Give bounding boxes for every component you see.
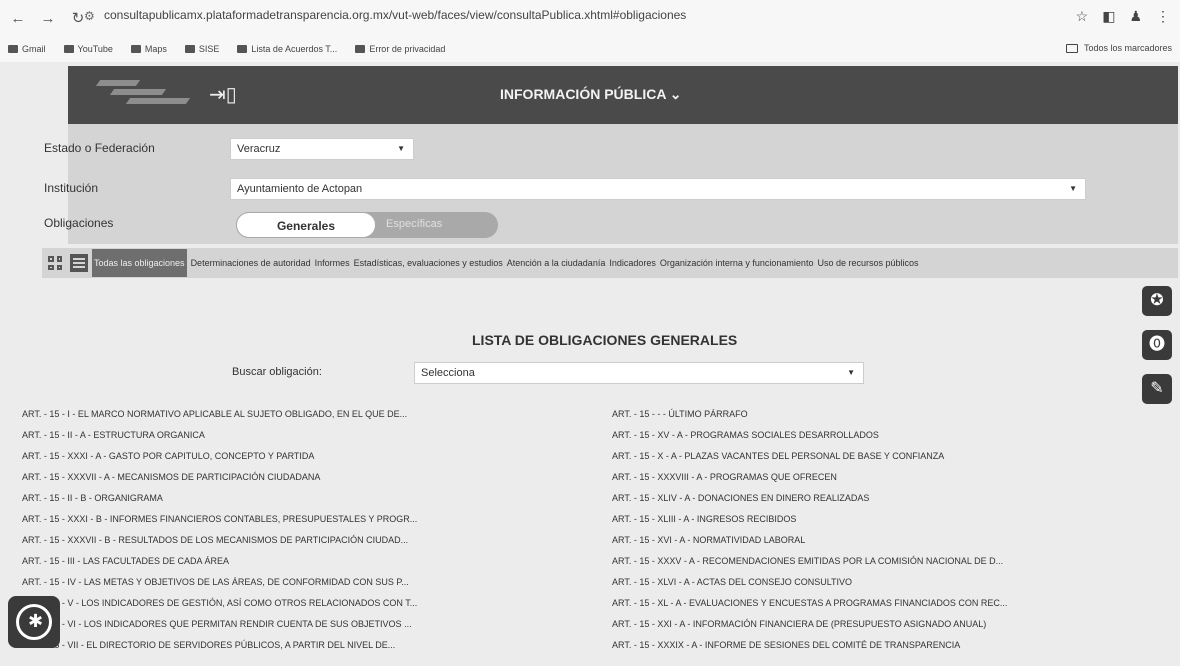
gmail-icon [8,45,18,53]
chevron-down-icon: ▼ [1069,184,1077,193]
lista-icon [237,45,248,53]
tab-estadisticas[interactable]: Estadísticas, evaluaciones y estudios [354,258,503,268]
institucion-label: Institución [44,181,99,195]
list-item[interactable]: ART. - 15 - XXXI - B - INFORMES FINANCIE… [22,509,417,530]
list-item[interactable]: ART. - 15 - I - EL MARCO NORMATIVO APLIC… [22,404,417,425]
alert-icon[interactable]: ⓿ [1142,330,1172,360]
address-bar[interactable]: consultapublicamx.plataformadetransparen… [104,8,686,22]
star-badge-icon[interactable]: ✪ [1142,286,1172,316]
error-icon [355,45,366,53]
sise-icon [184,45,195,53]
list-item[interactable]: ART. - 15 - XL - A - EVALUACIONES Y ENCU… [612,593,1007,614]
tab-atencion[interactable]: Atención a la ciudadanía [507,258,606,268]
tab-indicadores[interactable]: Indicadores [609,258,656,268]
toggle-especificas[interactable]: Específicas [386,218,442,230]
tab-organizacion[interactable]: Organización interna y funcionamiento [660,258,814,268]
estado-select[interactable]: Veracruz ▼ [230,138,414,160]
bookmark-maps[interactable]: Maps [130,44,167,54]
list-item[interactable]: ART. - 15 - XXXVII - A - MECANISMOS DE P… [22,467,417,488]
menu-icon[interactable]: ⋮ [1156,8,1170,25]
institucion-select[interactable]: Ayuntamiento de Actopan ▼ [230,178,1086,200]
profile-icon[interactable]: ♟ [1129,8,1142,25]
list-item[interactable]: ART. - 15 - II - B - ORGANIGRAMA [22,488,417,509]
list-item[interactable]: ART. - 15 - XXXI - A - GASTO POR CAPITUL… [22,446,417,467]
site-header: ⇥▯ INFORMACIÓN PÚBLICA ⌄ [68,66,1178,124]
list-item[interactable]: ART. - 15 - IV - LAS METAS Y OBJETIVOS D… [22,572,417,593]
list-item[interactable]: ART. - 15 - - - ÚLTIMO PÁRRAFO [612,404,1007,425]
bookmark-lista-acuerdos[interactable]: Lista de Acuerdos T... [237,44,337,54]
estado-label: Estado o Federación [44,141,155,155]
search-label: Buscar obligación: [232,366,322,378]
list-item[interactable]: ART. - 15 - V - LOS INDICADORES DE GESTI… [22,593,417,614]
obligations-list-right: ART. - 15 - - - ÚLTIMO PÁRRAFO ART. - 15… [612,404,1007,656]
youtube-icon [63,45,74,53]
chevron-down-icon: ▼ [847,368,855,377]
bookmark-sise[interactable]: SISE [184,44,219,54]
list-view-icon[interactable] [70,254,88,272]
chevron-down-icon: ▼ [397,144,405,153]
list-item[interactable]: ART. - 15 - XLIV - A - DONACIONES EN DIN… [612,488,1007,509]
obligaciones-label: Obligaciones [44,216,114,230]
list-title: LISTA DE OBLIGACIONES GENERALES [472,332,738,348]
logo[interactable] [88,80,192,110]
wrench-icon[interactable]: ✎ [1142,374,1172,404]
person-icon: ✱ [28,611,44,631]
tab-uso-recursos[interactable]: Uso de recursos públicos [817,258,918,268]
list-item[interactable]: ART. - 15 - VII - EL DIRECTORIO DE SERVI… [22,635,417,656]
obligations-list-left: ART. - 15 - I - EL MARCO NORMATIVO APLIC… [22,404,417,656]
maps-icon [130,45,141,53]
browser-actions: ☆ ◧ ♟ ⋮ [1076,8,1170,25]
all-bookmarks[interactable]: Todos los marcadores [1065,43,1172,53]
category-filter-bar: Todas las obligaciones Determinaciones d… [42,248,1178,278]
tab-determinaciones[interactable]: Determinaciones de autoridad [191,258,311,268]
search-obligation-select[interactable]: Selecciona ▼ [414,362,864,384]
bookmark-gmail[interactable]: Gmail [8,44,46,54]
accessibility-button[interactable]: ✱ [8,596,60,648]
back-icon[interactable]: ← [6,10,30,27]
star-icon[interactable]: ☆ [1076,8,1089,25]
list-item[interactable]: ART. - 15 - XV - A - PROGRAMAS SOCIALES … [612,425,1007,446]
grid-view-icon[interactable] [46,254,64,272]
list-item[interactable]: ART. - 15 - XXXVII - B - RESULTADOS DE L… [22,530,417,551]
tab-informes[interactable]: Informes [315,258,350,268]
list-item[interactable]: ART. - 15 - XLVI - A - ACTAS DEL CONSEJO… [612,572,1007,593]
list-item[interactable]: ART. - 15 - XLIII - A - INGRESOS RECIBID… [612,509,1007,530]
bookmark-error-privacidad[interactable]: Error de privacidad [355,44,445,54]
forward-icon[interactable]: → [36,10,60,27]
list-item[interactable]: ART. - 15 - XXXIX - A - INFORME DE SESIO… [612,635,1007,656]
list-item[interactable]: ART. - 15 - XXI - A - INFORMACIÓN FINANC… [612,614,1007,635]
toggle-generales[interactable]: Generales [236,212,376,238]
tab-todas[interactable]: Todas las obligaciones [92,249,187,277]
folder-icon [1065,43,1078,53]
list-item[interactable]: ART. - 15 - XXXVIII - A - PROGRAMAS QUE … [612,467,1007,488]
list-item[interactable]: ART. - 15 - XVI - A - NORMATIVIDAD LABOR… [612,530,1007,551]
list-item[interactable]: ART. - 15 - XXXV - A - RECOMENDACIONES E… [612,551,1007,572]
bookmark-youtube[interactable]: YouTube [63,44,113,54]
login-icon[interactable]: ⇥▯ [209,82,237,107]
sidebar-icon[interactable]: ◧ [1102,8,1115,25]
list-item[interactable]: ART. - 15 - VI - LOS INDICADORES QUE PER… [22,614,417,635]
list-item[interactable]: ART. - 15 - III - LAS FACULTADES DE CADA… [22,551,417,572]
info-publica-menu[interactable]: INFORMACIÓN PÚBLICA ⌄ [500,86,682,103]
list-item[interactable]: ART. - 15 - II - A - ESTRUCTURA ORGANICA [22,425,417,446]
list-item[interactable]: ART. - 15 - X - A - PLAZAS VACANTES DEL … [612,446,1007,467]
site-settings-icon[interactable]: ⚙ [84,9,95,23]
bookmarks-bar: Gmail YouTube Maps SISE Lista de Acuerdo… [0,36,1180,62]
